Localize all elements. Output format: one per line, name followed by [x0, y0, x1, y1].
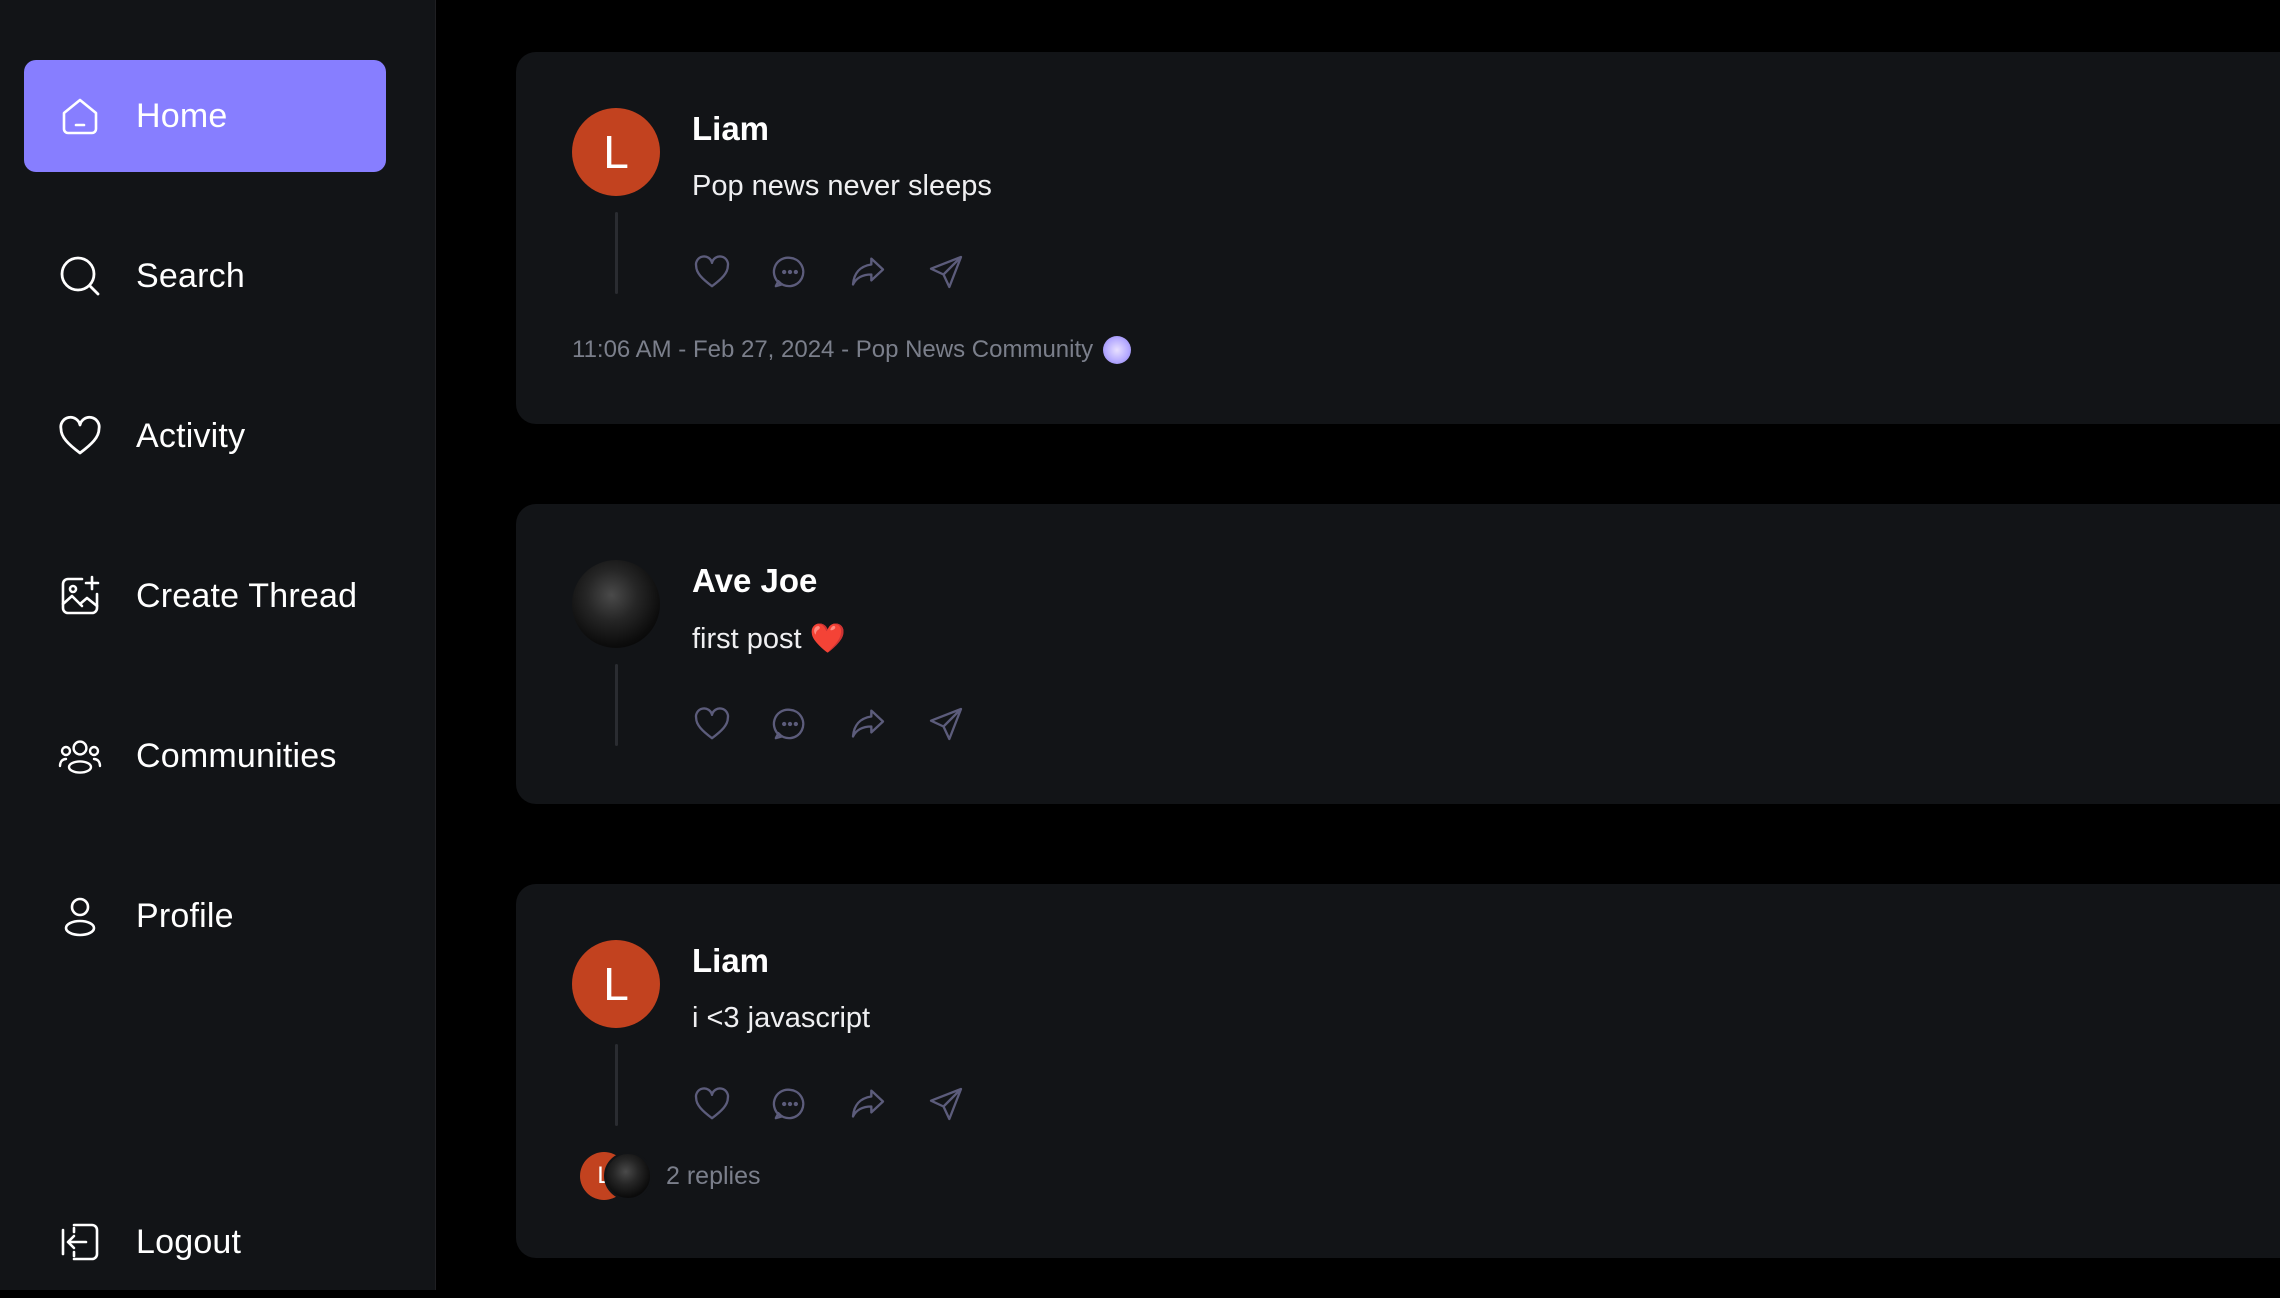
avatar[interactable]: L: [572, 940, 660, 1028]
thread-actions: [692, 252, 966, 292]
user-icon: [56, 892, 104, 940]
sidebar-item-profile[interactable]: Profile: [24, 860, 386, 972]
sidebar-item-create-thread[interactable]: Create Thread: [24, 540, 386, 652]
avatar[interactable]: [572, 560, 660, 648]
sidebar-item-label: Profile: [136, 896, 234, 935]
users-icon: [56, 732, 104, 780]
replies-summary[interactable]: L 2 replies: [580, 1152, 761, 1200]
sidebar-item-communities[interactable]: Communities: [24, 700, 386, 812]
thread-line: [615, 664, 618, 746]
avatar-letter: L: [603, 958, 629, 1010]
reply-icon[interactable]: [770, 252, 810, 292]
sidebar-item-label: Create Thread: [136, 576, 358, 615]
sidebar-item-label: Communities: [136, 736, 337, 775]
like-heart-icon[interactable]: [692, 704, 732, 744]
home-icon: [56, 92, 104, 140]
thread-content: Pop news never sleeps: [692, 170, 992, 202]
search-icon: [56, 252, 104, 300]
sidebar-item-search[interactable]: Search: [24, 220, 386, 332]
share-icon[interactable]: [926, 252, 966, 292]
thread-card[interactable]: L Liam i <3 javascript L 2 replies: [516, 884, 2280, 1258]
logout-icon: [56, 1218, 104, 1266]
reply-icon[interactable]: [770, 1084, 810, 1124]
sidebar-item-label: Activity: [136, 416, 246, 455]
reply-icon[interactable]: [770, 704, 810, 744]
thread-card[interactable]: Ave Joe first post ❤️: [516, 504, 2280, 804]
thread-author[interactable]: Liam: [692, 110, 769, 148]
sidebar-item-label: Home: [136, 96, 228, 135]
share-icon[interactable]: [926, 1084, 966, 1124]
logout-button[interactable]: Logout: [24, 1186, 386, 1298]
reply-avatar: [604, 1152, 652, 1200]
thread-actions: [692, 704, 966, 744]
sidebar-item-home[interactable]: Home: [24, 60, 386, 172]
community-avatar: [1103, 336, 1132, 364]
like-heart-icon[interactable]: [692, 252, 732, 292]
repost-icon[interactable]: [848, 252, 888, 292]
thread-card[interactable]: L Liam Pop news never sleeps 11:06 AM - …: [516, 52, 2280, 424]
thread-meta-text: 11:06 AM - Feb 27, 2024 - Pop News Commu…: [572, 336, 1094, 363]
repost-icon[interactable]: [848, 704, 888, 744]
thread-line: [615, 212, 618, 294]
thread-actions: [692, 1084, 966, 1124]
logout-label: Logout: [136, 1222, 242, 1261]
sidebar-item-label: Search: [136, 256, 245, 295]
share-icon[interactable]: [926, 704, 966, 744]
thread-author[interactable]: Ave Joe: [692, 562, 817, 600]
left-sidebar: Home Search Activity Create Thread Commu…: [0, 0, 436, 1290]
repost-icon[interactable]: [848, 1084, 888, 1124]
heart-icon: [56, 412, 104, 460]
replies-count[interactable]: 2 replies: [666, 1162, 761, 1191]
thread-content: first post ❤️: [692, 623, 846, 655]
thread-author[interactable]: Liam: [692, 942, 769, 980]
sidebar-item-activity[interactable]: Activity: [24, 380, 386, 492]
avatar[interactable]: L: [572, 108, 660, 196]
image-plus-icon: [56, 572, 104, 620]
thread-content: i <3 javascript: [692, 1002, 871, 1034]
like-heart-icon[interactable]: [692, 1084, 732, 1124]
thread-line: [615, 1044, 618, 1126]
avatar-letter: L: [603, 126, 629, 178]
thread-meta[interactable]: 11:06 AM - Feb 27, 2024 - Pop News Commu…: [572, 336, 1132, 364]
